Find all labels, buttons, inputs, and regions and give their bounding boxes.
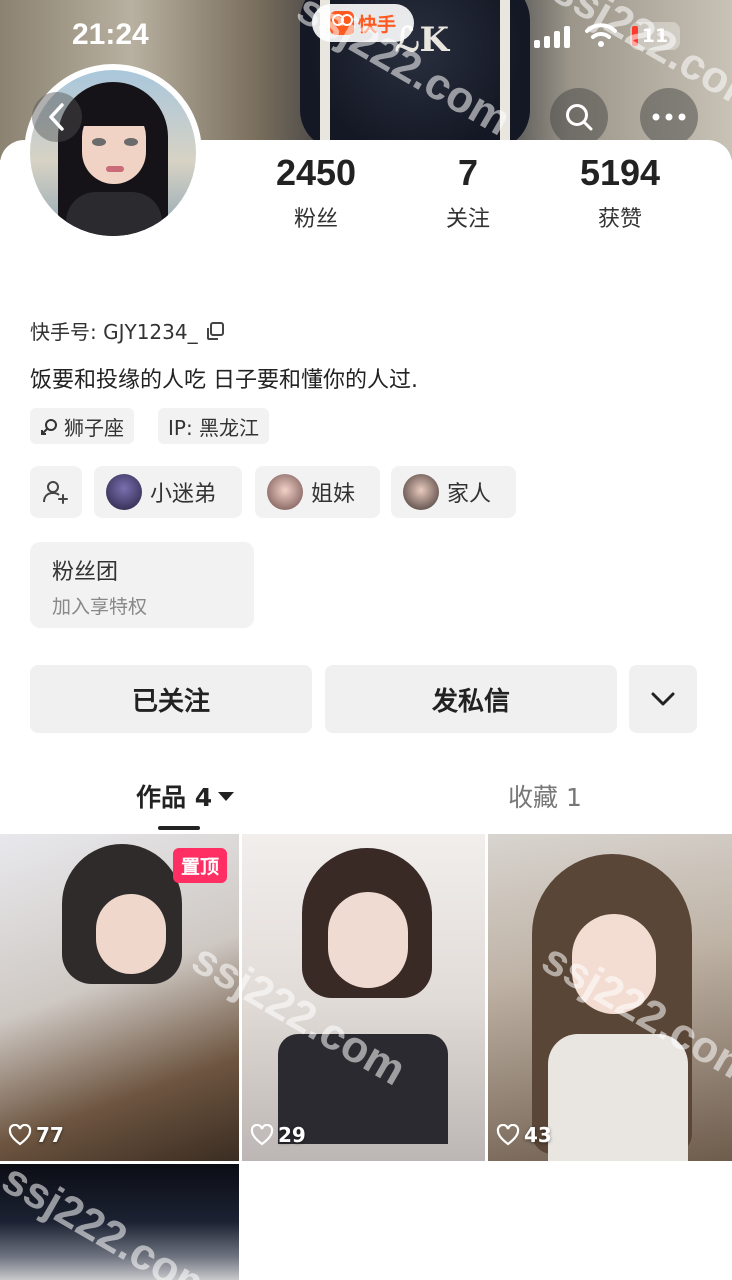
male-female-icon — [41, 419, 57, 435]
fan-club-card[interactable]: 粉丝团 加入享特权 — [30, 542, 254, 628]
tab-works[interactable]: 作品 4 — [136, 778, 235, 814]
relation-label: 小迷弟 — [150, 482, 217, 507]
post-likes-count: 43 — [524, 1123, 552, 1147]
relation-avatar — [106, 474, 142, 510]
kuaishou-id-text: 快手号: GJY1234_ — [30, 320, 198, 344]
following-button[interactable]: 已关注 — [30, 665, 312, 733]
caret-down-icon — [218, 791, 235, 801]
tab-favorites[interactable]: 收藏 1 — [508, 778, 582, 814]
followers-label: 粉丝 — [293, 207, 338, 232]
copy-icon[interactable] — [204, 320, 226, 342]
profile-avatar[interactable] — [24, 64, 202, 242]
kuaishou-id[interactable]: 快手号: GJY1234_ — [30, 316, 226, 345]
chevron-left-icon — [49, 103, 64, 131]
following-count: 7 — [457, 152, 479, 193]
post-thumbnail[interactable] — [0, 1164, 239, 1280]
profile-bio: 饭要和投缘的人吃 日子要和懂你的人过. — [30, 368, 418, 393]
heart-icon — [496, 1124, 520, 1146]
tag-ip-label: IP: 黑龙江 — [168, 415, 260, 440]
relation-chip-sister[interactable]: 姐妹 — [255, 466, 380, 518]
post-thumbnail[interactable]: 29 — [242, 834, 485, 1161]
message-button-label: 发私信 — [431, 686, 510, 717]
battery-level: 11 — [641, 25, 669, 47]
post-thumbnail[interactable]: 43 — [488, 834, 732, 1161]
following-label: 关注 — [445, 207, 490, 232]
post-thumbnail[interactable]: 置顶 77 — [0, 834, 239, 1161]
message-button[interactable]: 发私信 — [325, 665, 617, 733]
fan-club-subtitle: 加入享特权 — [52, 596, 148, 618]
tag-ip-location: IP: 黑龙江 — [158, 408, 270, 444]
battery-icon: 11 — [630, 22, 680, 50]
chevron-down-icon — [651, 692, 675, 706]
heart-icon — [8, 1124, 32, 1146]
fan-club-title: 粉丝团 — [52, 560, 119, 585]
status-time: 21:24 — [72, 18, 149, 51]
stat-following[interactable]: 7 关注 — [398, 155, 538, 233]
likes-count: 5194 — [579, 152, 661, 193]
tag-zodiac-label: 狮子座 — [64, 415, 124, 440]
post-likes: 29 — [250, 1123, 306, 1147]
post-likes: 77 — [8, 1123, 64, 1147]
heart-icon — [250, 1124, 274, 1146]
more-dots-icon — [652, 113, 686, 121]
tag-zodiac: 狮子座 — [30, 408, 134, 444]
post-likes: 43 — [496, 1123, 552, 1147]
add-friend-button[interactable] — [30, 466, 82, 518]
wifi-icon — [585, 23, 617, 47]
post-likes-count: 29 — [278, 1123, 306, 1147]
search-button[interactable] — [550, 88, 608, 146]
kuaishou-logo-icon — [329, 11, 354, 35]
relation-chip-fan[interactable]: 小迷弟 — [94, 466, 242, 518]
tab-favorites-label: 收藏 1 — [508, 783, 582, 812]
relation-label: 家人 — [447, 482, 492, 507]
add-person-icon — [43, 481, 68, 504]
stat-likes[interactable]: 5194 获赞 — [550, 155, 690, 233]
relation-avatar — [267, 474, 303, 510]
more-actions-button[interactable] — [629, 665, 697, 733]
search-icon — [566, 104, 593, 131]
app-indicator-pill[interactable]: 快手 — [312, 4, 414, 42]
tab-underline — [158, 826, 200, 830]
pinned-badge: 置顶 — [172, 848, 227, 883]
more-options-button[interactable] — [640, 88, 698, 146]
stat-followers[interactable]: 2450 粉丝 — [246, 155, 386, 233]
back-button[interactable] — [32, 92, 82, 142]
app-name: 快手 — [357, 13, 396, 36]
relation-avatar — [403, 474, 439, 510]
tab-works-label: 作品 4 — [136, 783, 213, 812]
signal-icon — [534, 26, 570, 48]
following-button-label: 已关注 — [131, 686, 210, 717]
post-likes-count: 77 — [36, 1123, 64, 1147]
relation-label: 姐妹 — [311, 482, 356, 507]
followers-count: 2450 — [275, 152, 357, 193]
likes-label: 获赞 — [597, 207, 642, 232]
relation-chip-family[interactable]: 家人 — [391, 466, 516, 518]
status-bar: 21:24 快手 11 — [0, 0, 732, 74]
